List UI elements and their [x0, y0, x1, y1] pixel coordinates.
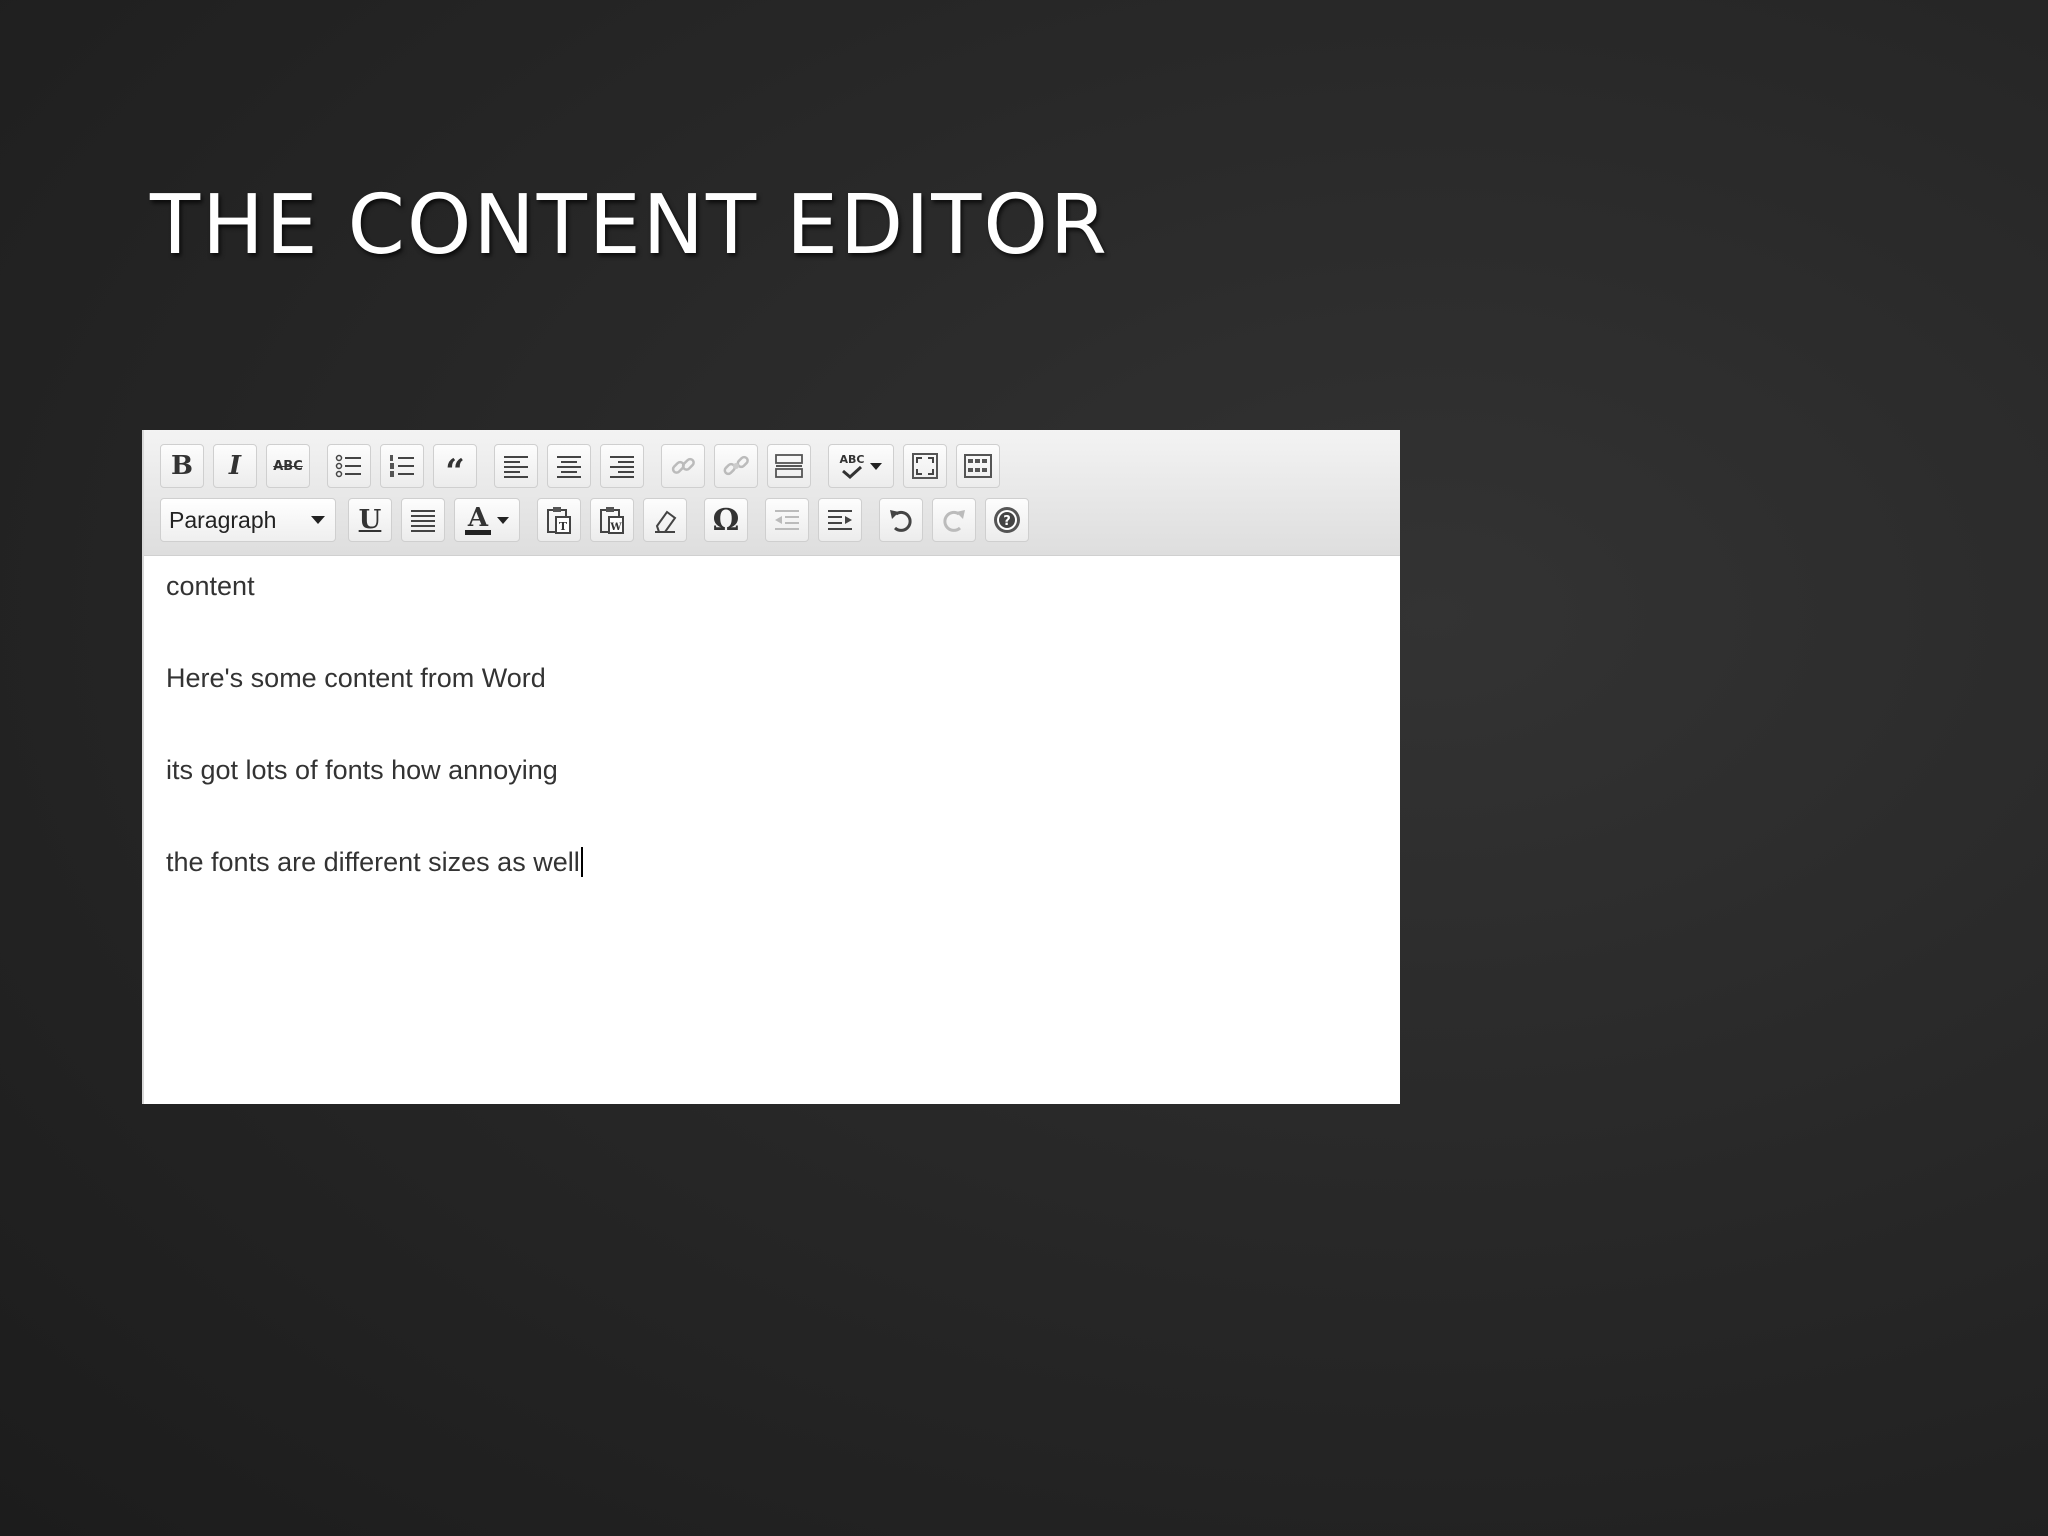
align-left-button[interactable] — [494, 444, 538, 488]
link-button[interactable] — [661, 444, 705, 488]
content-paragraph: its got lots of fonts how annoying — [166, 755, 558, 785]
more-tag-button[interactable] — [767, 444, 811, 488]
unlink-button[interactable] — [714, 444, 758, 488]
special-character-button[interactable]: Ω — [704, 498, 748, 542]
undo-button[interactable] — [879, 498, 923, 542]
align-center-icon — [557, 456, 581, 478]
bold-button[interactable]: B — [160, 444, 204, 488]
italic-icon: I — [228, 451, 242, 481]
spellcheck-label: ABC — [839, 452, 865, 466]
paste-text-button[interactable]: T — [537, 498, 581, 542]
align-left-icon — [504, 456, 528, 478]
align-right-icon — [610, 456, 634, 478]
text-color-swatch — [465, 529, 491, 535]
italic-button[interactable]: I — [213, 444, 257, 488]
content-paragraph: Here's some content from Word — [166, 663, 546, 693]
text-color-icon: A — [465, 502, 491, 535]
underline-button[interactable]: U — [348, 498, 392, 542]
toolbar-row-1: B I ABC “ ABC — [160, 442, 1009, 492]
eraser-icon — [655, 510, 677, 533]
text-color-label: A — [467, 502, 489, 533]
chevron-down-icon — [870, 462, 883, 470]
justify-icon — [411, 510, 435, 532]
editor-content-area[interactable]: content Here's some content from Word it… — [166, 570, 583, 938]
outdent-icon — [775, 510, 799, 530]
align-center-button[interactable] — [547, 444, 591, 488]
editor-screenshot: B I ABC “ ABC Paragraph U A T W Ω ? cont… — [142, 430, 1400, 1104]
chevron-down-icon — [311, 516, 325, 524]
redo-button[interactable] — [932, 498, 976, 542]
content-paragraph: content — [166, 571, 255, 601]
kitchen-sink-icon — [964, 454, 992, 478]
text-cursor — [580, 847, 583, 877]
toolbar-row-2: Paragraph U A T W Ω ? — [160, 496, 1038, 544]
slide-title: THE CONTENT EDITOR — [150, 178, 1109, 273]
editor-toolbar: B I ABC “ ABC Paragraph U A T W Ω ? — [144, 430, 1400, 556]
bullet-list-button[interactable] — [327, 444, 371, 488]
indent-icon — [828, 510, 852, 530]
indent-button[interactable] — [818, 498, 862, 542]
svg-text:W: W — [609, 522, 622, 533]
bullet-list-icon — [335, 454, 361, 478]
format-select[interactable]: Paragraph — [160, 498, 336, 542]
spellcheck-icon: ABC — [839, 452, 865, 479]
omega-icon: Ω — [712, 502, 740, 538]
spellcheck-button[interactable]: ABC — [828, 444, 894, 488]
format-select-value: Paragraph — [169, 506, 277, 533]
fullscreen-icon — [912, 453, 938, 479]
redo-icon — [943, 510, 965, 532]
text-color-button[interactable]: A — [454, 498, 520, 542]
content-paragraph-last: the fonts are different sizes as well — [166, 846, 583, 938]
help-button[interactable]: ? — [985, 498, 1029, 542]
content-paragraph-text: the fonts are different sizes as well — [166, 847, 580, 877]
undo-icon — [890, 510, 912, 532]
paste-word-icon: W — [600, 507, 624, 534]
paste-word-button[interactable]: W — [590, 498, 634, 542]
justify-button[interactable] — [401, 498, 445, 542]
numbered-list-button[interactable] — [380, 444, 424, 488]
paste-text-icon: T — [547, 507, 571, 534]
strikethrough-button[interactable]: ABC — [266, 444, 310, 488]
blockquote-icon: “ — [445, 452, 465, 492]
unlink-icon — [723, 455, 749, 476]
svg-text:?: ? — [1003, 514, 1011, 529]
underline-icon: U — [358, 505, 382, 535]
link-icon — [671, 457, 695, 474]
bold-icon: B — [171, 451, 193, 481]
outdent-button[interactable] — [765, 498, 809, 542]
more-tag-icon — [775, 454, 803, 478]
clear-formatting-button[interactable] — [643, 498, 687, 542]
strikethrough-icon: ABC — [273, 458, 303, 474]
kitchen-sink-button[interactable] — [956, 444, 1000, 488]
svg-text:T: T — [559, 520, 568, 533]
align-right-button[interactable] — [600, 444, 644, 488]
chevron-down-icon — [497, 516, 509, 524]
fullscreen-button[interactable] — [903, 444, 947, 488]
numbered-list-icon — [390, 455, 414, 477]
help-icon: ? — [994, 507, 1020, 533]
blockquote-button[interactable]: “ — [433, 444, 477, 492]
